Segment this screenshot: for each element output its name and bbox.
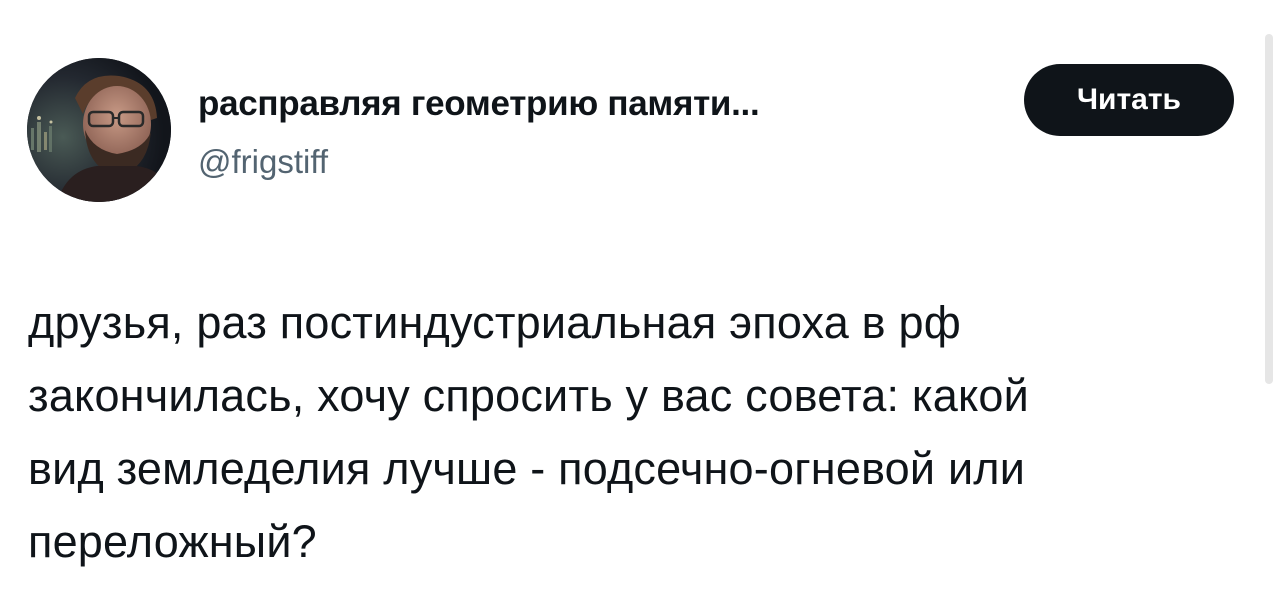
user-avatar-photo-icon (27, 58, 171, 202)
follow-button[interactable]: Читать (1024, 64, 1234, 136)
author-handle[interactable]: @frigstiff (198, 140, 328, 184)
tweet-text-line: закончилась, хочу спросить у вас совета:… (28, 370, 1029, 421)
tweet-text-line: переложный? (28, 516, 317, 567)
author-avatar[interactable] (27, 58, 171, 202)
scrollbar[interactable] (1265, 34, 1273, 384)
tweet-text-line: вид земледелия лучше - подсечно-огневой … (28, 443, 1026, 494)
author-display-name[interactable]: расправляя геометрию памяти... (198, 82, 760, 126)
tweet-card: расправляя геометрию памяти... @frigstif… (0, 0, 1284, 613)
tweet-text: друзья, раз постиндустриальная эпоха в р… (28, 286, 1248, 578)
tweet-text-line: друзья, раз постиндустриальная эпоха в р… (28, 297, 961, 348)
